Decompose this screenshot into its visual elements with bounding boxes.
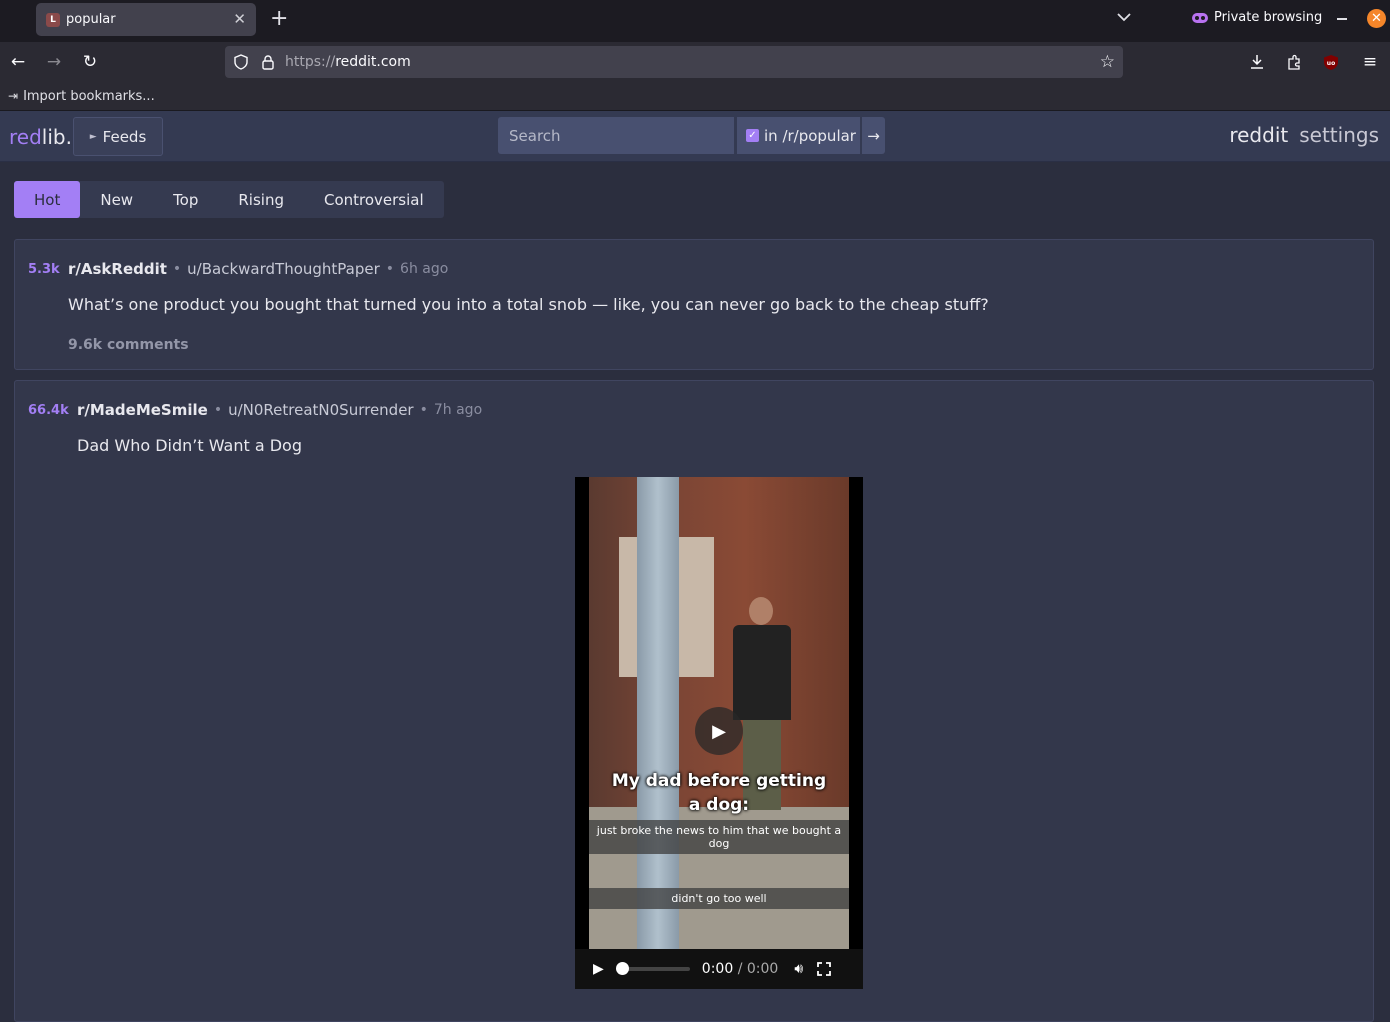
tracking-protection-shield-icon[interactable] — [233, 54, 249, 70]
play-icon[interactable]: ▶ — [593, 961, 604, 977]
video-caption-main: My dad before getting a dog: — [611, 771, 827, 815]
feeds-button[interactable]: ► Feeds — [73, 117, 163, 156]
meta-separator: • — [419, 402, 428, 418]
import-bookmarks-link[interactable]: Import bookmarks... — [23, 89, 155, 104]
current-time: 0:00 — [701, 961, 734, 977]
post-score: 5.3k — [28, 262, 60, 277]
video-player[interactable]: ▶ My dad before getting a dog: just brok… — [575, 477, 863, 989]
post-time: 7h ago — [433, 402, 483, 418]
brand-lib: lib. — [41, 125, 72, 149]
bookmark-star-icon[interactable]: ☆ — [1100, 52, 1115, 72]
close-tab-icon[interactable]: ✕ — [233, 10, 246, 28]
time-separator: / — [737, 961, 743, 977]
back-arrow-icon[interactable]: ← — [8, 52, 28, 72]
forward-arrow-icon[interactable]: → — [44, 52, 64, 72]
post-card: 5.3k r/AskReddit • u/BackwardThoughtPape… — [14, 239, 1374, 370]
person-torso — [733, 625, 791, 720]
volume-icon[interactable]: 🔊︎ — [794, 961, 803, 977]
header-links: reddit settings — [1229, 123, 1379, 147]
browser-tab-bar: L popular ✕ + Private browsing ✕ — [0, 0, 1390, 42]
feeds-label: Feeds — [102, 127, 147, 146]
downloads-icon[interactable] — [1249, 54, 1265, 70]
reload-icon[interactable]: ↻ — [80, 52, 100, 72]
settings-link[interactable]: settings — [1299, 123, 1379, 147]
fullscreen-icon[interactable] — [817, 962, 832, 976]
tab-title: popular — [66, 12, 116, 27]
redlib-logo[interactable]: redlib. — [9, 125, 72, 149]
triangle-right-icon: ► — [89, 131, 97, 142]
hamburger-menu-icon[interactable]: ≡ — [1360, 52, 1380, 72]
post-time: 6h ago — [400, 261, 449, 277]
list-all-tabs-chevron-icon[interactable] — [1116, 9, 1132, 25]
private-mask-icon — [1192, 12, 1208, 23]
redlib-favicon-icon: L — [46, 12, 60, 27]
sort-controversial[interactable]: Controversial — [304, 181, 444, 218]
meta-separator: • — [213, 402, 223, 418]
meta-separator: • — [172, 261, 182, 277]
browser-nav-bar: ← → ↻ https://reddit.com ☆ uo ≡ — [0, 42, 1390, 82]
redlib-header: redlib. ► Feeds ✓ in /r/popular → reddit… — [0, 111, 1390, 162]
private-browsing-label: Private browsing — [1214, 10, 1323, 25]
sort-new[interactable]: New — [80, 181, 153, 218]
post-subreddit-link[interactable]: r/AskReddit — [68, 260, 167, 278]
pillar-shape — [637, 477, 679, 949]
private-browsing-indicator: Private browsing — [1192, 10, 1322, 25]
url-bar[interactable]: https://reddit.com ☆ — [225, 46, 1123, 78]
restrict-subreddit-toggle[interactable]: ✓ in /r/popular — [737, 117, 860, 154]
checkbox-checked-icon[interactable]: ✓ — [746, 129, 759, 142]
post-meta: r/MadeMeSmile • u/N0RetreatN0Surrender •… — [77, 401, 482, 419]
post-subreddit-link[interactable]: r/MadeMeSmile — [77, 401, 208, 419]
search-box — [498, 117, 734, 154]
restrict-label: in /r/popular — [764, 126, 856, 145]
svg-text:uo: uo — [1327, 60, 1335, 67]
new-tab-icon[interactable]: + — [270, 6, 288, 31]
video-controls: ▶ 0:00 / 0:00 🔊︎ — [575, 949, 863, 989]
extensions-puzzle-icon[interactable] — [1286, 54, 1302, 70]
video-scrubber[interactable] — [615, 962, 690, 975]
meta-separator: • — [385, 261, 395, 277]
search-input[interactable] — [507, 125, 731, 146]
url-protocol: https:// — [285, 54, 336, 70]
video-time-display: 0:00 / 0:00 — [702, 961, 779, 977]
url-host: reddit.com — [335, 54, 411, 70]
sort-rising[interactable]: Rising — [218, 181, 304, 218]
post-author-link[interactable]: u/N0RetreatN0Surrender — [228, 401, 414, 419]
close-window-icon[interactable]: ✕ — [1367, 9, 1386, 28]
post-title-link[interactable]: What’s one product you bought that turne… — [68, 295, 989, 314]
video-caption-sub: didn't go too well — [589, 888, 849, 909]
post-author-link[interactable]: u/BackwardThoughtPaper — [187, 260, 380, 278]
video-caption-sub: just broke the news to him that we bough… — [589, 820, 849, 854]
duration: 0:00 — [746, 961, 779, 977]
play-overlay-icon[interactable]: ▶ — [695, 707, 743, 755]
sort-top[interactable]: Top — [153, 181, 218, 218]
person-head — [749, 597, 773, 625]
post-score: 66.4k — [28, 403, 69, 418]
bookmarks-bar: ⇥ Import bookmarks... — [0, 82, 1390, 111]
minimize-window-icon[interactable] — [1337, 18, 1347, 20]
sort-bar: Hot New Top Rising Controversial — [14, 181, 444, 218]
sort-hot[interactable]: Hot — [14, 181, 81, 218]
search-submit-button[interactable]: → — [862, 117, 885, 154]
post-comments-link[interactable]: 9.6k comments — [68, 337, 189, 353]
arrow-right-icon: → — [867, 126, 880, 145]
url-text[interactable]: https://reddit.com — [285, 54, 411, 70]
import-icon: ⇥ — [8, 89, 19, 103]
post-meta: r/AskReddit • u/BackwardThoughtPaper • 6… — [68, 260, 448, 278]
padlock-icon[interactable] — [261, 54, 275, 70]
post-title-link[interactable]: Dad Who Didn’t Want a Dog — [77, 436, 302, 455]
brand-red: red — [9, 125, 42, 149]
browser-tab-popular[interactable]: L popular ✕ — [36, 3, 256, 36]
ublock-origin-icon[interactable]: uo — [1323, 54, 1339, 71]
reddit-link[interactable]: reddit — [1229, 123, 1288, 147]
